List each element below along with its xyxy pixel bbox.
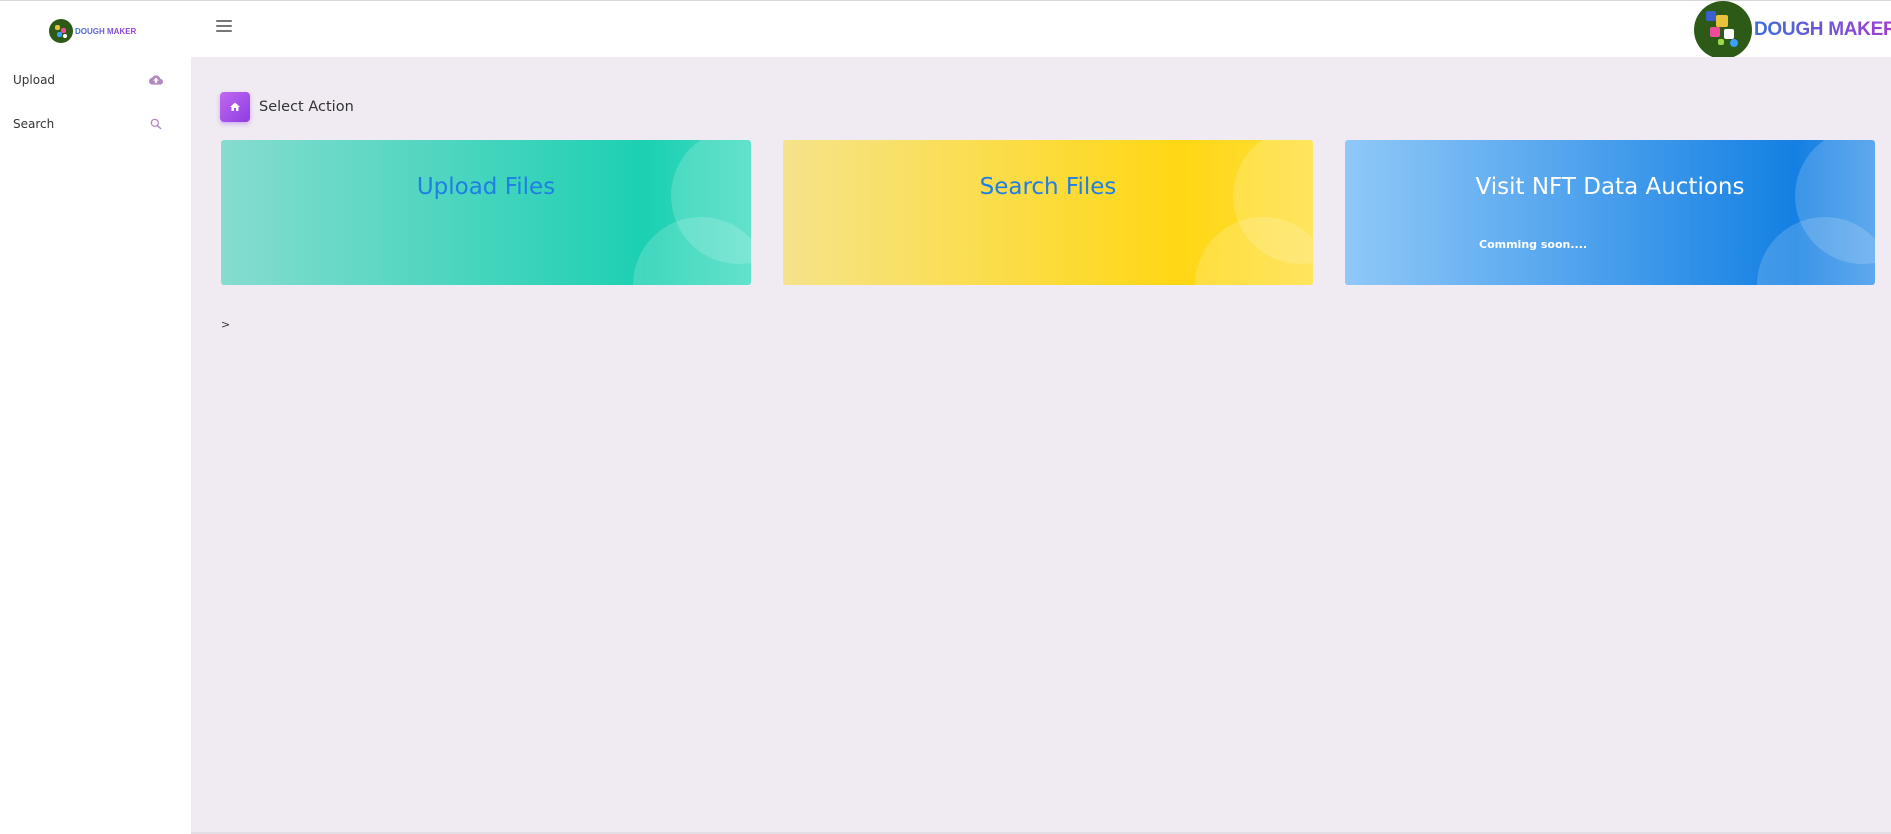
page-header: Select Action: [220, 92, 354, 122]
card-decoration: [1195, 217, 1313, 285]
sidebar-logo-text: DOUGH MAKER: [75, 26, 137, 36]
sidebar-item-label: Search: [13, 117, 55, 131]
search-icon: [150, 118, 162, 130]
hamburger-menu-icon[interactable]: [216, 20, 232, 34]
logo-icon: [49, 19, 73, 43]
brand-logo-icon: [1694, 1, 1752, 59]
upload-files-card[interactable]: Upload Files: [221, 140, 751, 285]
card-title: Visit NFT Data Auctions: [1475, 174, 1745, 200]
home-icon[interactable]: [220, 92, 250, 122]
prompt-text: >: [221, 318, 231, 331]
card-decoration: [1757, 217, 1875, 285]
sidebar-item-search[interactable]: Search: [0, 109, 175, 139]
card-title: Search Files: [979, 174, 1117, 200]
header-brand-text: DOUGH MAKER: [1754, 19, 1891, 41]
cloud-upload-icon: [149, 75, 163, 85]
sidebar-item-label: Upload: [13, 73, 56, 87]
sidebar-logo[interactable]: DOUGH MAKER: [49, 19, 136, 43]
card-subtitle: Comming soon....: [1479, 238, 1588, 251]
top-bar: [191, 1, 1891, 57]
nft-auctions-card[interactable]: Visit NFT Data Auctions Comming soon....: [1345, 140, 1875, 285]
search-files-card[interactable]: Search Files: [783, 140, 1313, 285]
header-brand[interactable]: DOUGH MAKER: [1694, 1, 1891, 59]
card-decoration: [633, 217, 751, 285]
sidebar: DOUGH MAKER Upload Search: [0, 1, 191, 834]
page-title: Select Action: [259, 99, 354, 115]
sidebar-item-upload[interactable]: Upload: [0, 65, 175, 95]
card-title: Upload Files: [416, 174, 556, 200]
